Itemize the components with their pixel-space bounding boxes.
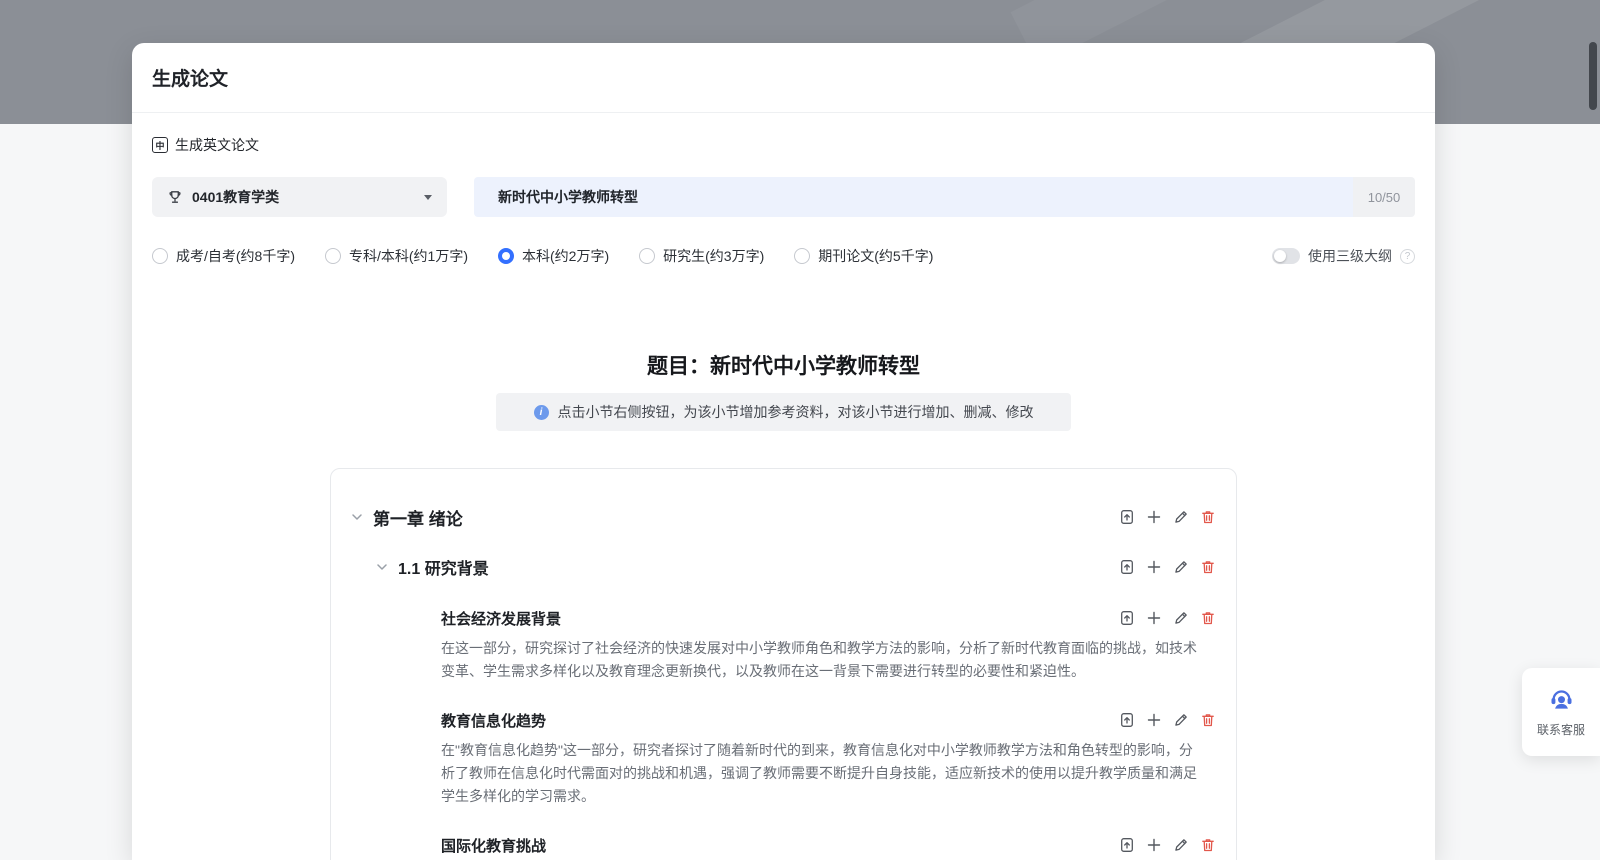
edit-icon[interactable]	[1173, 610, 1189, 626]
topic-input[interactable]: 新时代中小学教师转型	[474, 177, 1353, 217]
radio-icon	[152, 248, 168, 264]
edit-icon[interactable]	[1173, 712, 1189, 728]
modal-header: 生成论文	[132, 43, 1435, 113]
row-actions	[1119, 559, 1216, 575]
subsection-summary: 在这一部分，研究探讨了社会经济的快速发展对中小学教师角色和教学方法的影响，分析了…	[441, 637, 1216, 683]
hint-banner: i 点击小节右侧按钮，为该小节增加参考资料，对该小节进行增加、删减、修改	[496, 393, 1071, 431]
radio-icon	[325, 248, 341, 264]
outline-subsection: 社会经济发展背景 在这一部分，研究探讨了社会经济的快速发展对中小学教师角色和教学…	[351, 607, 1216, 683]
subsection-title: 教育信息化趋势	[441, 710, 546, 731]
outline-chapter-row: 第一章 绪论	[351, 505, 1216, 529]
generate-english-paper-link[interactable]: 中 生成英文论文	[152, 135, 259, 155]
outline-card: 第一章 绪论	[330, 468, 1237, 860]
radio-label: 成考/自考(约8千字)	[176, 246, 295, 266]
radio-icon	[498, 248, 514, 264]
category-select-value: 0401教育学类	[192, 187, 415, 207]
row-actions	[1119, 712, 1216, 728]
row-actions	[1119, 610, 1216, 626]
delete-icon[interactable]	[1200, 712, 1216, 728]
category-select[interactable]: 0401教育学类	[152, 177, 447, 217]
toggle-knob	[1274, 250, 1286, 262]
outline-subsection: 国际化教育挑战	[351, 834, 1216, 856]
controls-row: 0401教育学类 新时代中小学教师转型 10/50	[152, 177, 1415, 217]
edit-icon[interactable]	[1173, 837, 1189, 853]
subsection-title: 国际化教育挑战	[441, 835, 546, 856]
delete-icon[interactable]	[1200, 837, 1216, 853]
word-count-option-4[interactable]: 期刊论文(约5千字)	[794, 246, 933, 266]
customer-service-icon	[1548, 687, 1575, 714]
collapse-chevron-icon[interactable]	[351, 511, 363, 523]
page-scrollbar[interactable]	[1589, 42, 1597, 110]
contact-support-label: 联系客服	[1537, 721, 1585, 738]
word-count-option-2[interactable]: 本科(约2万字)	[498, 246, 609, 266]
language-icon: 中	[152, 137, 168, 153]
add-icon[interactable]	[1146, 610, 1162, 626]
edit-icon[interactable]	[1173, 559, 1189, 575]
outline-level-toggle-label: 使用三级大纲	[1308, 246, 1392, 266]
outline-subsection: 教育信息化趋势 在"教育信息化趋势"这一部分，研究者探讨了随着新时代的到来，教育…	[351, 709, 1216, 808]
outline-section-row: 1.1 研究背景	[351, 555, 1216, 579]
import-file-icon[interactable]	[1119, 509, 1135, 525]
chevron-down-icon	[424, 195, 432, 200]
topic-input-wrap: 新时代中小学教师转型 10/50	[474, 177, 1415, 217]
word-count-option-1[interactable]: 专科/本科(约1万字)	[325, 246, 468, 266]
word-count-option-3[interactable]: 研究生(约3万字)	[639, 246, 764, 266]
options-row: 成考/自考(约8千字) 专科/本科(约1万字) 本科(约2万字) 研究生(约3万…	[152, 246, 1415, 266]
radio-label: 期刊论文(约5千字)	[818, 246, 933, 266]
section-title: 1.1 研究背景	[398, 555, 489, 579]
radio-label: 专科/本科(约1万字)	[349, 246, 468, 266]
generate-paper-modal: 生成论文 中 生成英文论文 0401教育学类 新时代中小学教师转型	[132, 43, 1435, 860]
char-counter: 10/50	[1353, 177, 1415, 217]
import-file-icon[interactable]	[1119, 610, 1135, 626]
edit-icon[interactable]	[1173, 509, 1189, 525]
info-icon: i	[534, 405, 549, 420]
row-actions	[1119, 509, 1216, 525]
radio-icon	[639, 248, 655, 264]
word-count-radio-group: 成考/自考(约8千字) 专科/本科(约1万字) 本科(约2万字) 研究生(约3万…	[152, 246, 933, 266]
subsection-title: 社会经济发展背景	[441, 608, 561, 629]
import-file-icon[interactable]	[1119, 837, 1135, 853]
chapter-title: 第一章 绪论	[373, 505, 463, 530]
help-icon[interactable]: ?	[1400, 249, 1415, 264]
delete-icon[interactable]	[1200, 610, 1216, 626]
radio-icon	[794, 248, 810, 264]
import-file-icon[interactable]	[1119, 712, 1135, 728]
generate-english-paper-label: 生成英文论文	[175, 135, 259, 155]
paper-title: 题目：新时代中小学教师转型	[152, 352, 1415, 382]
add-icon[interactable]	[1146, 559, 1162, 575]
delete-icon[interactable]	[1200, 559, 1216, 575]
trophy-icon	[167, 189, 183, 205]
hint-text: 点击小节右侧按钮，为该小节增加参考资料，对该小节进行增加、删减、修改	[558, 402, 1034, 422]
modal-body: 中 生成英文论文 0401教育学类 新时代中小学教师转型 10/50	[132, 113, 1435, 860]
modal-title: 生成论文	[152, 64, 228, 91]
add-icon[interactable]	[1146, 509, 1162, 525]
delete-icon[interactable]	[1200, 509, 1216, 525]
collapse-chevron-icon[interactable]	[376, 561, 388, 573]
import-file-icon[interactable]	[1119, 559, 1135, 575]
outline-level-toggle-group: 使用三级大纲 ?	[1272, 246, 1415, 266]
subsection-summary: 在"教育信息化趋势"这一部分，研究者探讨了随着新时代的到来，教育信息化对中小学教…	[441, 739, 1216, 808]
add-icon[interactable]	[1146, 837, 1162, 853]
contact-support-button[interactable]: 联系客服	[1522, 668, 1600, 756]
radio-label: 本科(约2万字)	[522, 246, 609, 266]
add-icon[interactable]	[1146, 712, 1162, 728]
row-actions	[1119, 837, 1216, 853]
word-count-option-0[interactable]: 成考/自考(约8千字)	[152, 246, 295, 266]
radio-label: 研究生(约3万字)	[663, 246, 764, 266]
outline-level-toggle[interactable]	[1272, 248, 1300, 264]
